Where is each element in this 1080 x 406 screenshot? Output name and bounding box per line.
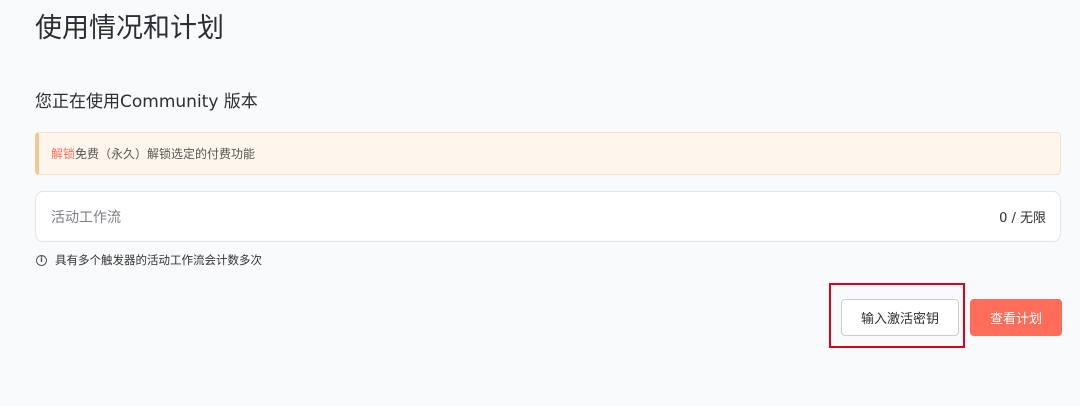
active-workflows-value: 0 / 无限 [999,211,1046,226]
enter-activation-key-button[interactable]: 输入激活密钥 [841,299,959,336]
plan-heading: 您正在使用Community 版本 [35,92,258,112]
unlock-link[interactable]: 解锁 [51,145,75,162]
unlock-notice-text: 免费（永久）解锁选定的付费功能 [75,147,256,161]
view-plans-button[interactable]: 查看计划 [970,299,1062,336]
unlock-notice: 解锁 免费（永久）解锁选定的付费功能 [35,132,1061,175]
active-workflows-card: 活动工作流 0 / 无限 [35,191,1061,242]
usage-and-plan-page: 使用情况和计划 您正在使用Community 版本 解锁 免费（永久）解锁选定的… [0,0,1080,406]
page-title: 使用情况和计划 [35,13,224,44]
active-workflows-label: 活动工作流 [51,209,121,226]
info-circle-icon: i [36,254,47,266]
info-note: i 具有多个触发器的活动工作流会计数多次 [36,252,262,268]
info-note-text: 具有多个触发器的活动工作流会计数多次 [55,253,262,267]
